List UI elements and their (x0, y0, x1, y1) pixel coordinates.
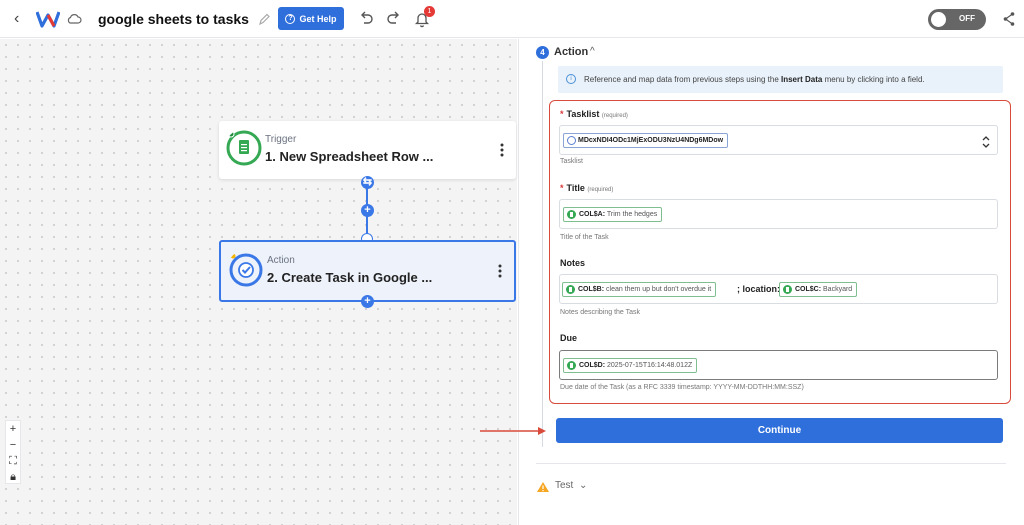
info-text-prefix: Reference and map data from previous ste… (584, 75, 781, 84)
title-input[interactable]: COL$A: Trim the hedges (559, 199, 998, 229)
insert-data-info-banner: i Reference and map data from previous s… (558, 66, 1003, 93)
pencil-edit-icon[interactable] (257, 11, 271, 27)
due-pill-key: COL$D: (579, 362, 606, 369)
google-sheets-small-icon (566, 285, 575, 294)
zoom-out-icon[interactable]: − (6, 437, 20, 453)
notes-input[interactable]: COL$B: clean them up but don't overdue i… (559, 274, 998, 304)
chevron-down-icon[interactable]: ⌄ (579, 480, 587, 491)
notes-help-text: Notes describing the Task (560, 309, 641, 316)
title-pill-key: COL$A: (579, 211, 606, 218)
chevron-up-icon[interactable]: ^ (590, 46, 595, 57)
google-tasks-icon (229, 253, 263, 287)
step-timeline-line (542, 61, 543, 447)
workflow-canvas[interactable]: Trigger 1. New Spreadsheet Row ... ⇆ + A… (0, 39, 517, 525)
due-input[interactable]: COL$D: 2025-07-15T16:14:48.012Z (559, 350, 998, 380)
tasklist-help-text: Tasklist (560, 158, 583, 165)
required-hint: (required) (601, 113, 628, 119)
tasklist-label-text: Tasklist (566, 109, 600, 119)
app-logo-icon[interactable] (36, 9, 60, 29)
step-title[interactable]: Action (554, 46, 588, 58)
required-hint: (required) (587, 187, 614, 193)
action-more-icon[interactable] (498, 264, 502, 278)
step-number-badge: 4 (536, 46, 549, 59)
question-icon: ? (285, 13, 296, 24)
tasklist-icon (567, 136, 576, 145)
select-updown-icon[interactable] (981, 135, 991, 149)
tasklist-value-pill[interactable]: MDcxNDI4ODc1MjExODU3NzU4NDg6MDow (563, 133, 729, 148)
action-kind-label: Action (267, 255, 295, 266)
trigger-node[interactable]: Trigger 1. New Spreadsheet Row ... (219, 121, 516, 179)
notes-middle-text: ; location: (737, 284, 780, 294)
notes-pill2-key: COL$C: (795, 286, 822, 293)
zoom-in-icon[interactable]: + (6, 421, 20, 437)
title-pill-value: Trim the hedges (606, 211, 658, 218)
info-text-bold: Insert Data (781, 75, 823, 84)
toggle-label: OFF (959, 14, 975, 23)
title-help-text: Title of the Task (560, 234, 609, 241)
notification-badge: 1 (424, 6, 435, 17)
tasklist-select[interactable]: MDcxNDI4ODc1MjExODU3NzU4NDg6MDow (559, 125, 998, 155)
google-sheets-small-icon (783, 285, 792, 294)
title-label-text: Title (566, 183, 585, 193)
step-config-panel: 4 Action ^ i Reference and map data from… (518, 39, 1024, 525)
trigger-more-icon[interactable] (500, 143, 504, 157)
required-asterisk: * (560, 183, 564, 193)
connector-handle[interactable]: ⇆ (361, 176, 374, 189)
notes-data-pill-1[interactable]: COL$B: clean them up but don't overdue i… (562, 282, 717, 297)
test-section-label[interactable]: Test (555, 480, 573, 491)
due-label: Due (560, 333, 578, 343)
info-icon: i (566, 74, 576, 84)
workflow-toggle[interactable]: OFF (928, 9, 986, 30)
google-sheets-small-icon (567, 361, 576, 370)
get-help-label: Get Help (299, 13, 337, 24)
required-asterisk: * (560, 109, 564, 119)
section-divider (536, 463, 1006, 464)
annotation-arrow-icon (480, 427, 546, 435)
due-pill-value: 2025-07-15T16:14:48.012Z (607, 362, 693, 369)
fit-view-icon[interactable]: ⛶ (6, 453, 20, 469)
notes-pill2-value: Backyard (823, 286, 853, 293)
action-name-label: 2. Create Task in Google ... (267, 270, 433, 285)
zoom-controls: + − ⛶ 🔒︎ (5, 420, 21, 484)
workflow-title[interactable]: google sheets to tasks (98, 11, 249, 27)
undo-icon[interactable] (358, 10, 374, 26)
google-sheets-icon (226, 130, 262, 166)
toggle-knob (931, 12, 946, 27)
continue-button[interactable]: Continue (556, 418, 1003, 443)
notes-data-pill-2[interactable]: COL$C: Backyard (779, 282, 858, 297)
trigger-kind-label: Trigger (265, 134, 297, 145)
google-sheets-small-icon (567, 210, 576, 219)
tasklist-label: * Tasklist (required) (560, 109, 628, 119)
due-data-pill[interactable]: COL$D: 2025-07-15T16:14:48.012Z (563, 358, 698, 373)
notes-pill1-value: clean them up but don't overdue it (606, 286, 712, 293)
top-bar: ‹ google sheets to tasks ? Get Help 1 OF… (0, 0, 1024, 38)
share-icon[interactable] (1002, 11, 1016, 27)
title-label: * Title (required) (560, 183, 613, 193)
add-step-below-plus-icon[interactable]: + (361, 295, 374, 308)
title-data-pill[interactable]: COL$A: Trim the hedges (563, 207, 663, 222)
get-help-button[interactable]: ? Get Help (278, 7, 344, 30)
trigger-name-label: 1. New Spreadsheet Row ... (265, 149, 434, 164)
redo-icon[interactable] (386, 10, 402, 26)
lock-icon[interactable]: 🔒︎ (6, 469, 20, 485)
due-help-text: Due date of the Task (as a RFC 3339 time… (560, 384, 804, 391)
add-step-plus-icon[interactable]: + (361, 204, 374, 217)
info-text-suffix: menu by clicking into a field. (822, 75, 925, 84)
notes-label: Notes (560, 258, 586, 268)
cloud-save-icon (67, 14, 82, 24)
notes-pill1-key: COL$B: (578, 286, 605, 293)
back-chevron-icon[interactable]: ‹ (14, 10, 28, 28)
warning-icon (537, 482, 549, 492)
tasklist-value-text: MDcxNDI4ODc1MjExODU3NzU4NDg6MDow (578, 137, 724, 144)
action-node[interactable]: Action 2. Create Task in Google ... (219, 240, 516, 302)
